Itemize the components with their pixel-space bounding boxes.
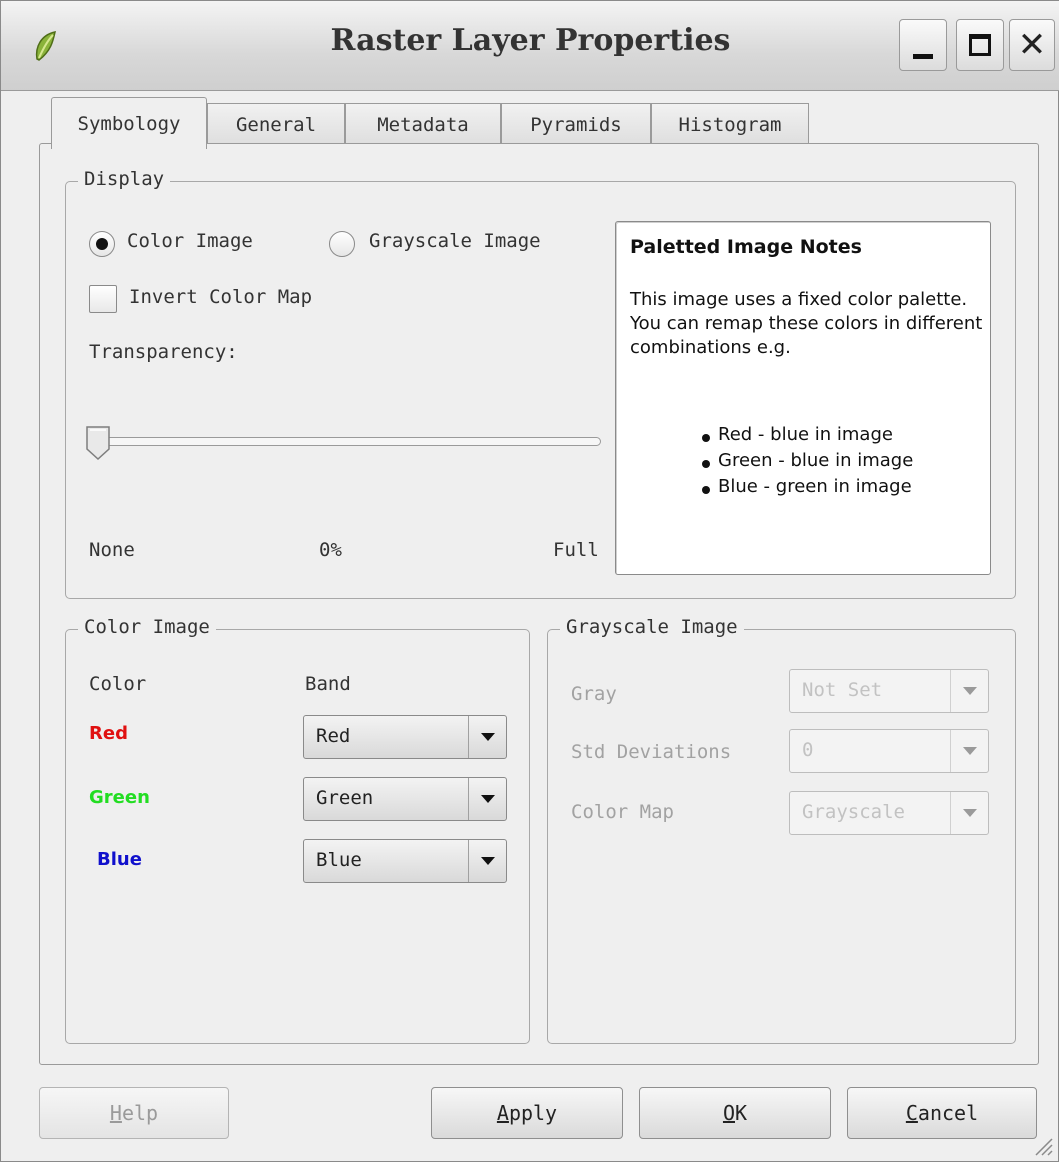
- chevron-down-icon: [468, 778, 506, 820]
- notes-body: This image uses a fixed color palette. Y…: [630, 289, 983, 358]
- blue-color-label: Blue: [97, 849, 142, 870]
- tab-label: Metadata: [377, 113, 469, 136]
- help-button[interactable]: Help: [39, 1087, 229, 1139]
- color-map-value: Grayscale: [802, 801, 905, 823]
- red-color-label: Red: [89, 723, 128, 744]
- green-band-value: Green: [316, 787, 374, 809]
- tab-label: General: [235, 113, 317, 136]
- color-image-group-title: Color Image: [78, 616, 216, 638]
- list-item: Red - blue in image: [702, 422, 913, 448]
- apply-button[interactable]: Apply: [431, 1087, 623, 1139]
- cancel-button[interactable]: Cancel: [847, 1087, 1037, 1139]
- gray-band-value: Not Set: [802, 679, 883, 701]
- tab-symbology[interactable]: Symbology: [51, 97, 207, 149]
- blue-band-select[interactable]: Blue: [303, 839, 507, 883]
- display-group-title: Display: [78, 168, 171, 190]
- std-deviations-label: Std Deviations: [571, 741, 732, 763]
- maximize-button[interactable]: [956, 19, 1004, 71]
- chevron-down-icon: [950, 730, 988, 772]
- invert-color-map-checkbox[interactable]: [89, 285, 117, 313]
- list-item: Blue - green in image: [702, 474, 913, 500]
- gray-label: Gray: [571, 683, 617, 705]
- tab-general[interactable]: General: [207, 103, 345, 145]
- ok-button[interactable]: OK: [639, 1087, 831, 1139]
- tab-pyramids[interactable]: Pyramids: [501, 103, 651, 145]
- tab-label: Symbology: [77, 112, 181, 135]
- grayscale-image-group-title: Grayscale Image: [560, 616, 744, 638]
- transparency-max-label: Full: [553, 539, 599, 561]
- color-image-radio[interactable]: [89, 231, 115, 257]
- tab-label: Pyramids: [530, 113, 622, 136]
- chevron-down-icon: [468, 840, 506, 882]
- transparency-slider-handle[interactable]: [85, 425, 111, 461]
- tab-label: Histogram: [678, 113, 782, 136]
- std-deviations-select[interactable]: 0: [789, 729, 989, 773]
- transparency-label: Transparency:: [89, 341, 238, 363]
- notes-title: Paletted Image Notes: [630, 236, 862, 258]
- color-image-radio-label[interactable]: Color Image: [127, 230, 253, 252]
- transparency-slider-track[interactable]: [101, 437, 601, 446]
- blue-band-value: Blue: [316, 849, 362, 871]
- ok-label-rest: K: [735, 1101, 748, 1125]
- red-band-value: Red: [316, 725, 351, 747]
- color-map-label: Color Map: [571, 801, 674, 823]
- green-color-label: Green: [89, 787, 150, 808]
- apply-mnemonic: A: [496, 1101, 509, 1125]
- invert-color-map-label[interactable]: Invert Color Map: [129, 286, 312, 308]
- transparency-value-label: 0%: [319, 539, 342, 561]
- help-mnemonic: H: [109, 1101, 122, 1125]
- raster-layer-properties-window: Raster Layer Properties ✕ Symbology Gene…: [0, 0, 1059, 1162]
- tab-histogram[interactable]: Histogram: [651, 103, 809, 145]
- list-item: Green - blue in image: [702, 448, 913, 474]
- notes-list: Red - blue in image Green - blue in imag…: [702, 422, 913, 500]
- red-band-select[interactable]: Red: [303, 715, 507, 759]
- resize-grip-icon[interactable]: [1030, 1133, 1054, 1157]
- ok-mnemonic: O: [722, 1101, 735, 1125]
- green-band-select[interactable]: Green: [303, 777, 507, 821]
- cancel-label-rest: ancel: [917, 1101, 979, 1125]
- title-bar[interactable]: Raster Layer Properties ✕: [1, 1, 1059, 91]
- gray-band-select[interactable]: Not Set: [789, 669, 989, 713]
- std-deviations-value: 0: [802, 739, 814, 761]
- grayscale-image-radio[interactable]: [329, 231, 355, 257]
- color-column-header: Color: [89, 673, 147, 695]
- chevron-down-icon: [950, 670, 988, 712]
- chevron-down-icon: [468, 716, 506, 758]
- minimize-icon: [913, 53, 933, 59]
- band-column-header: Band: [305, 673, 351, 695]
- transparency-min-label: None: [89, 539, 135, 561]
- maximize-icon: [969, 34, 991, 56]
- paletted-image-notes: Paletted Image Notes This image uses a f…: [615, 221, 991, 575]
- color-map-select[interactable]: Grayscale: [789, 791, 989, 835]
- tab-metadata[interactable]: Metadata: [345, 103, 501, 145]
- help-label-rest: elp: [121, 1101, 159, 1125]
- close-button[interactable]: ✕: [1009, 19, 1055, 71]
- close-icon: ✕: [1017, 25, 1047, 65]
- chevron-down-icon: [950, 792, 988, 834]
- apply-label-rest: pply: [508, 1101, 558, 1125]
- cancel-mnemonic: C: [905, 1101, 918, 1125]
- grayscale-image-radio-label[interactable]: Grayscale Image: [369, 230, 541, 252]
- minimize-button[interactable]: [899, 19, 947, 71]
